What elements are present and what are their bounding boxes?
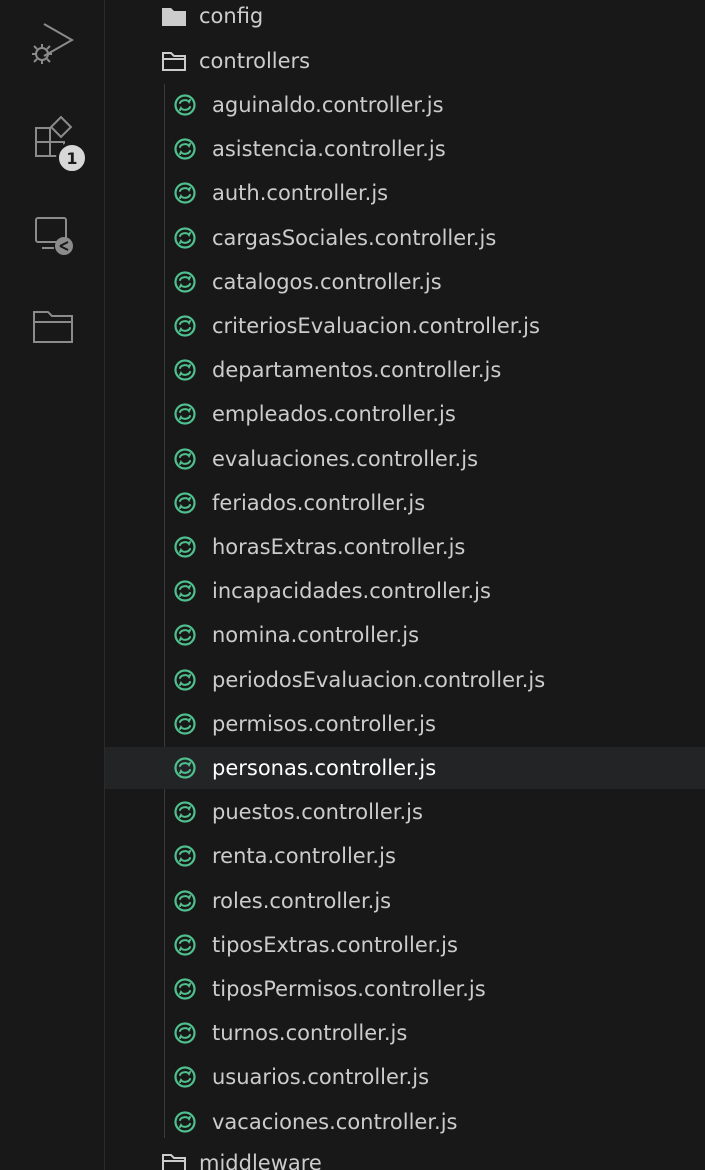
file-item[interactable]: criteriosEvaluacion.controller.js xyxy=(105,305,705,347)
file-label: cargasSociales.controller.js xyxy=(212,225,497,250)
node-file-icon xyxy=(174,668,196,691)
file-item[interactable]: periodosEvaluacion.controller.js xyxy=(105,659,705,701)
folder-label: middleware xyxy=(199,1151,322,1170)
node-file-icon xyxy=(174,1066,196,1088)
file-item[interactable]: horasExtras.controller.js xyxy=(105,526,705,568)
activity-bar: 1 xyxy=(0,0,105,1170)
file-item[interactable]: permisos.controller.js xyxy=(105,703,705,745)
file-item[interactable]: renta.controller.js xyxy=(105,835,705,877)
file-label: turnos.controller.js xyxy=(212,1021,408,1046)
explorer-panel: config controllers aguinaldo.controller.… xyxy=(105,0,705,1170)
folder-icon xyxy=(162,8,186,26)
vscode-window: 1 config controllers aguinaldo.controlle… xyxy=(0,0,705,1170)
file-item[interactable]: departamentos.controller.js xyxy=(105,349,705,391)
file-label: puestos.controller.js xyxy=(212,800,423,825)
file-item[interactable]: cargasSociales.controller.js xyxy=(105,217,705,259)
extensions-badge: 1 xyxy=(56,142,88,174)
node-file-icon xyxy=(174,889,196,912)
remote-explorer-icon[interactable] xyxy=(26,208,82,264)
node-file-icon xyxy=(174,138,196,160)
node-file-icon xyxy=(174,801,196,823)
node-file-icon xyxy=(174,624,196,646)
node-file-icon xyxy=(174,403,196,425)
file-label: aguinaldo.controller.js xyxy=(212,93,444,117)
folder-label: config xyxy=(199,4,264,28)
file-label: feriados.controller.js xyxy=(212,490,426,515)
file-item[interactable]: asistencia.controller.js xyxy=(105,128,705,170)
file-item[interactable]: usuarios.controller.js xyxy=(105,1056,705,1098)
node-file-icon xyxy=(174,1110,196,1133)
node-file-icon xyxy=(174,713,196,735)
file-label: periodosEvaluacion.controller.js xyxy=(212,667,546,692)
node-file-icon xyxy=(174,94,196,116)
file-label: auth.controller.js xyxy=(212,181,389,206)
node-file-icon xyxy=(174,226,196,249)
node-file-icon xyxy=(174,315,196,337)
folder-open-icon xyxy=(162,52,186,71)
file-label: tiposExtras.controller.js xyxy=(212,932,458,957)
file-item[interactable]: incapacidades.controller.js xyxy=(105,570,705,612)
file-item[interactable]: roles.controller.js xyxy=(105,880,705,922)
node-file-icon xyxy=(174,978,196,1000)
folder-controllers[interactable]: controllers xyxy=(105,40,705,82)
file-item[interactable]: puestos.controller.js xyxy=(105,791,705,833)
file-label: tiposPermisos.controller.js xyxy=(212,977,486,1001)
file-label: personas.controller.js xyxy=(212,756,437,780)
file-label: catalogos.controller.js xyxy=(212,269,442,294)
file-label: horasExtras.controller.js xyxy=(212,535,466,559)
file-item[interactable]: catalogos.controller.js xyxy=(105,261,705,303)
node-file-icon xyxy=(174,492,196,514)
file-item[interactable]: evaluaciones.controller.js xyxy=(105,438,705,480)
node-file-icon xyxy=(174,182,196,204)
file-label: criteriosEvaluacion.controller.js xyxy=(212,314,540,338)
node-file-icon xyxy=(174,757,196,779)
file-label: incapacidades.controller.js xyxy=(212,579,491,604)
explorer-icon[interactable] xyxy=(26,298,82,354)
file-item[interactable]: empleados.controller.js xyxy=(105,393,705,435)
file-label: roles.controller.js xyxy=(212,888,392,913)
file-label: asistencia.controller.js xyxy=(212,137,446,162)
file-label: usuarios.controller.js xyxy=(212,1065,430,1090)
file-item[interactable]: turnos.controller.js xyxy=(105,1012,705,1054)
folder-config[interactable]: config xyxy=(105,0,705,37)
file-label: nomina.controller.js xyxy=(212,623,420,648)
file-item[interactable]: aguinaldo.controller.js xyxy=(105,84,705,126)
file-item[interactable]: vacaciones.controller.js xyxy=(105,1101,705,1143)
file-label: departamentos.controller.js xyxy=(212,358,502,383)
node-file-icon xyxy=(174,845,196,867)
file-item[interactable]: auth.controller.js xyxy=(105,172,705,214)
file-label: evaluaciones.controller.js xyxy=(212,446,479,471)
folder-middleware[interactable]: middleware xyxy=(105,1142,705,1170)
file-item[interactable]: nomina.controller.js xyxy=(105,614,705,656)
run-debug-icon[interactable] xyxy=(26,14,82,70)
file-label: empleados.controller.js xyxy=(212,402,456,427)
file-item[interactable]: tiposExtras.controller.js xyxy=(105,924,705,966)
node-file-icon xyxy=(174,271,196,293)
node-file-icon xyxy=(174,447,196,470)
node-file-icon xyxy=(174,536,196,558)
node-file-icon xyxy=(174,1022,196,1044)
file-item[interactable]: feriados.controller.js xyxy=(105,482,705,524)
node-file-icon xyxy=(174,934,196,956)
file-label: vacaciones.controller.js xyxy=(212,1109,458,1134)
file-label: permisos.controller.js xyxy=(212,711,436,736)
file-item[interactable]: tiposPermisos.controller.js xyxy=(105,968,705,1010)
file-item[interactable]: personas.controller.js xyxy=(105,747,705,789)
node-file-icon xyxy=(174,359,196,381)
folder-icon xyxy=(162,1154,186,1170)
file-label: renta.controller.js xyxy=(212,844,396,869)
folder-label: controllers xyxy=(199,49,311,73)
node-file-icon xyxy=(174,580,196,602)
